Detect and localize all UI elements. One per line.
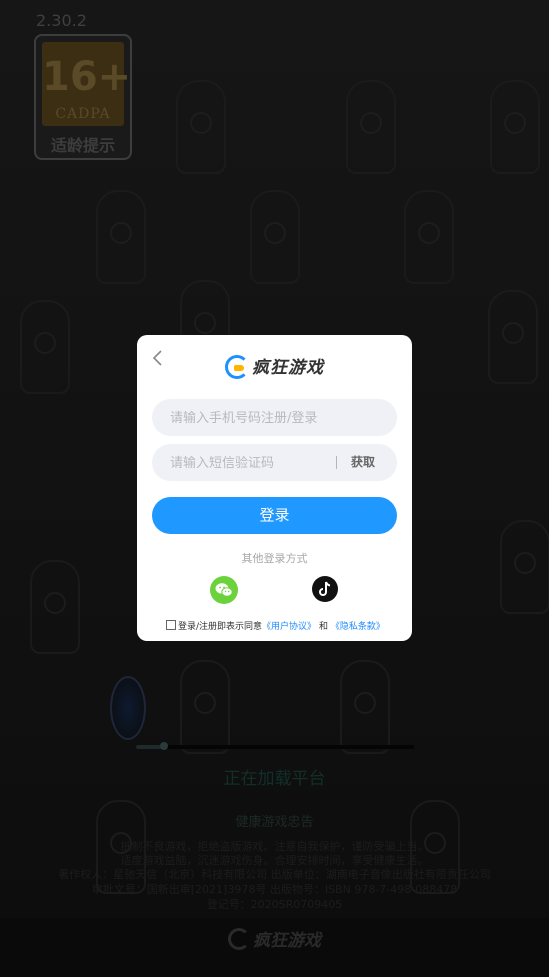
privacy-policy-link[interactable]: 《隐私条款》 xyxy=(331,622,385,632)
tiktok-login-button[interactable] xyxy=(312,576,338,602)
phone-field xyxy=(152,399,397,438)
health-notice-line: 著作权人：星驰天信（北京）科技有限公司 出版单位：湖南电子音像出版社有限责任公司 xyxy=(58,868,491,881)
login-dialog: 疯狂游戏 获取 登录 其他登录方式 登录/注册即表示同意《用户协议》 和 《隐私… xyxy=(137,335,412,641)
background-pattern-icon xyxy=(96,190,146,284)
age-rating-number: 16+ xyxy=(42,54,132,100)
field-divider xyxy=(336,456,337,469)
background-pattern-icon xyxy=(346,80,396,174)
get-code-button[interactable]: 获取 xyxy=(351,444,375,481)
loading-progress-bar xyxy=(136,742,414,750)
footer-logo: 疯狂游戏 xyxy=(0,926,549,951)
agreement-and-text: 和 xyxy=(318,622,328,632)
agreement-row: 登录/注册即表示同意《用户协议》 和 《隐私条款》 xyxy=(166,619,385,632)
footer-brand-text: 疯狂游戏 xyxy=(253,931,321,951)
user-agreement-link[interactable]: 《用户协议》 xyxy=(262,622,316,632)
sms-code-input[interactable] xyxy=(168,444,332,483)
tiktok-icon xyxy=(319,581,331,596)
agreement-checkbox[interactable] xyxy=(166,620,176,630)
age-rating-icon: 16+ CADPA xyxy=(42,42,132,126)
background-pattern-icon xyxy=(180,660,230,754)
age-rating-label: 适龄提示 xyxy=(50,136,115,155)
background-pattern-icon xyxy=(20,300,70,394)
background-pattern-icon xyxy=(500,520,549,614)
background-pattern-icon xyxy=(490,80,540,174)
dialog-logo: 疯狂游戏 xyxy=(137,353,412,379)
loading-status-text: 正在加载平台 xyxy=(223,769,326,789)
dialog-brand-text: 疯狂游戏 xyxy=(252,358,324,378)
background-pattern-icon xyxy=(488,290,538,384)
wechat-login-button[interactable] xyxy=(210,576,238,604)
background-pattern-icon xyxy=(176,80,226,174)
code-field: 获取 xyxy=(152,444,397,483)
phone-input[interactable] xyxy=(168,399,387,438)
app-version: 2.30.2 xyxy=(36,11,87,30)
brand-logo-icon xyxy=(225,355,249,379)
health-notice-line: 登记号：2020SR0709405 xyxy=(206,898,343,911)
background-pattern-icon xyxy=(250,190,300,284)
age-rating-badge: 16+ CADPA 适龄提示 xyxy=(34,34,132,160)
other-login-methods-label: 其他登录方式 xyxy=(241,552,308,565)
loading-progress-knob xyxy=(159,742,168,750)
loading-orb-icon xyxy=(110,676,146,740)
health-notice-title: 健康游戏忠告 xyxy=(235,815,314,830)
background-pattern-icon xyxy=(30,560,80,654)
brand-logo-icon xyxy=(228,928,250,950)
age-rating-org: CADPA xyxy=(55,106,111,122)
agreement-text: 登录/注册即表示同意 xyxy=(178,622,263,632)
health-notice-line: 审批文号：国新出审[2021]3978号 出版物号：ISBN 978-7-498… xyxy=(91,883,458,896)
background-pattern-icon xyxy=(404,190,454,284)
wechat-icon xyxy=(215,583,233,597)
background-pattern-icon xyxy=(340,660,390,754)
login-button[interactable]: 登录 xyxy=(152,497,397,534)
